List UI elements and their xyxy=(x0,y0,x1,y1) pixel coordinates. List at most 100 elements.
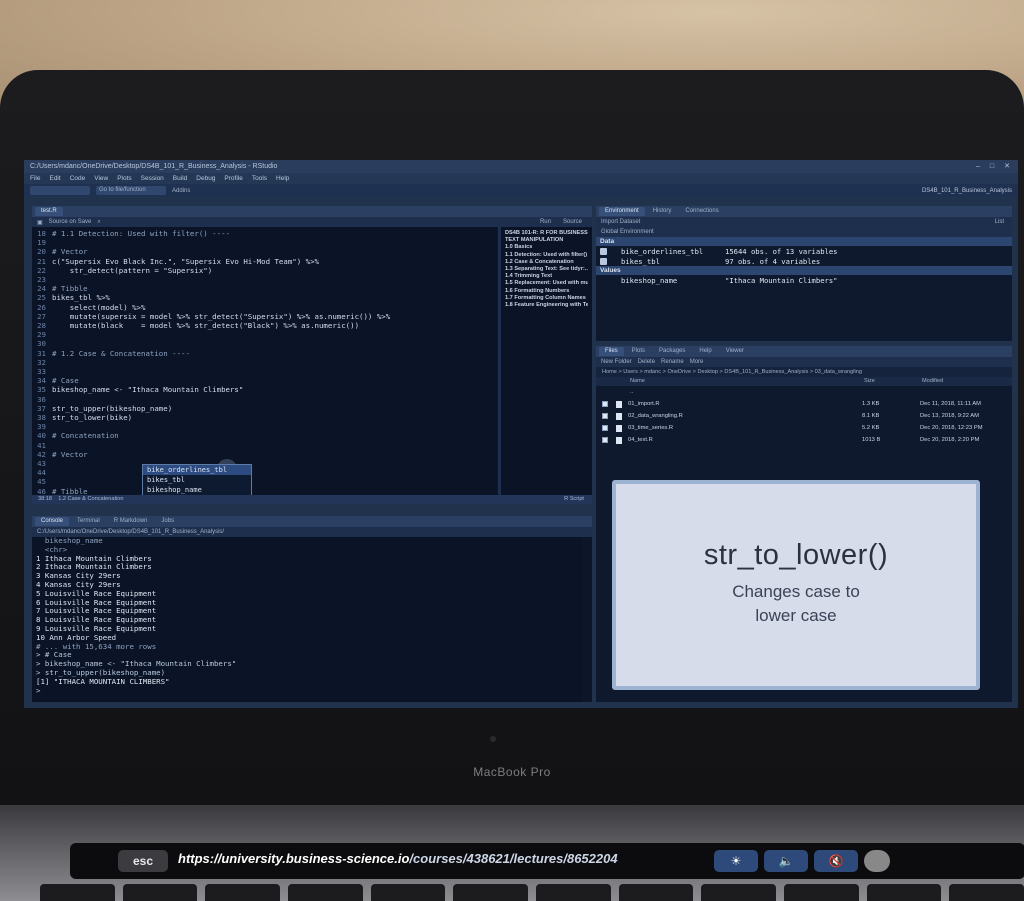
search-icon[interactable]: ⌕ xyxy=(97,219,100,226)
line-number: 22 xyxy=(37,265,46,275)
outline-item[interactable]: DS4B 101-R: R FOR BUSINESS ... xyxy=(505,230,588,237)
more-button[interactable]: More xyxy=(690,359,704,365)
import-dataset-button[interactable]: Import Dataset xyxy=(601,219,640,225)
scope-select[interactable]: Global Environment xyxy=(596,227,1012,237)
env-row[interactable]: bikeshop_name "Ithaca Mountain Climbers" xyxy=(596,275,1012,285)
file-name[interactable]: 01_import.R xyxy=(628,401,862,407)
col-name[interactable]: Name xyxy=(630,377,864,386)
files-tab-plots[interactable]: Plots xyxy=(626,347,651,356)
env-tab-history[interactable]: History xyxy=(647,207,678,216)
file-row[interactable]: 04_text.R 1013 B Dec 20, 2018, 2:20 PM xyxy=(596,434,1012,446)
current-section[interactable]: 1.2 Case & Concatenation xyxy=(58,496,123,502)
menu-code[interactable]: Code xyxy=(70,173,86,184)
file-row[interactable]: 03_time_series.R 5.2 KB Dec 20, 2018, 12:2… xyxy=(596,422,1012,434)
code-area[interactable]: 18 # 1.1 Detection: Used with filter() --… xyxy=(32,227,497,504)
env-row[interactable]: bikes_tbl 97 obs. of 4 variables xyxy=(596,256,1012,266)
menu-plots[interactable]: Plots xyxy=(117,173,131,184)
code-line: 22 str_detect(pattern = "Supersix") xyxy=(32,266,212,275)
code-line: 29 xyxy=(32,330,52,339)
menu-tools[interactable]: Tools xyxy=(252,173,267,184)
file-size: 1013 B xyxy=(862,437,881,443)
files-tab-files[interactable]: Files xyxy=(599,347,624,356)
menu-profile[interactable]: Profile xyxy=(224,173,242,184)
menu-build[interactable]: Build xyxy=(173,173,187,184)
outline-item[interactable]: 1.5 Replacement: Used with mu... xyxy=(505,280,588,287)
parent-folder-row[interactable]: .. xyxy=(596,386,1012,398)
env-tab-environment[interactable]: Environment xyxy=(599,207,645,216)
rename-button[interactable]: Rename xyxy=(661,359,684,365)
outline-item[interactable]: 1.3 Separating Text: See tidyr:... xyxy=(505,266,588,273)
menu-edit[interactable]: Edit xyxy=(49,173,60,184)
rstudio-window: C:/Users/mdanc/OneDrive/Desktop/DS4B_101… xyxy=(24,160,1018,708)
new-file-button[interactable] xyxy=(30,186,90,195)
touch-bar[interactable]: esc https://university.business-science.… xyxy=(70,843,1024,879)
menu-session[interactable]: Session xyxy=(141,173,164,184)
autocomplete-item[interactable]: bike_orderlines_tbl xyxy=(143,465,251,475)
outline-item[interactable]: TEXT MANIPULATION xyxy=(505,237,588,244)
editor-tab-test[interactable]: test.R xyxy=(35,207,63,216)
menu-debug[interactable]: Debug xyxy=(196,173,215,184)
outline-item[interactable]: 1.7 Formatting Column Names xyxy=(505,295,588,302)
project-name[interactable]: DS4B_101_R_Business_Analysis xyxy=(922,188,1012,194)
files-tab-viewer[interactable]: Viewer xyxy=(720,347,750,356)
siri-icon[interactable] xyxy=(864,850,890,872)
outline-item[interactable]: 1.4 Trimming Text xyxy=(505,273,588,280)
file-row[interactable]: 02_data_wrangling.R 8.1 KB Dec 13, 2018, 9… xyxy=(596,410,1012,422)
console-tab-terminal[interactable]: Terminal xyxy=(71,517,106,526)
brightness-icon[interactable]: ☀ xyxy=(714,850,758,872)
esc-key[interactable]: esc xyxy=(118,850,168,872)
save-icon[interactable]: ▣ xyxy=(37,219,43,226)
file-checkbox[interactable] xyxy=(602,425,608,431)
menu-view[interactable]: View xyxy=(94,173,108,184)
menu-help[interactable]: Help xyxy=(276,173,289,184)
console-tab-jobs[interactable]: Jobs xyxy=(155,517,180,526)
minimize-icon[interactable]: – xyxy=(976,160,980,173)
file-row[interactable]: 01_import.R 1.3 KB Dec 11, 2018, 11:11 AM xyxy=(596,398,1012,410)
volume-icon[interactable]: 🔈 xyxy=(764,850,808,872)
outline-item[interactable]: 1.2 Case & Concatenation xyxy=(505,259,588,266)
close-icon[interactable]: ✕ xyxy=(1004,160,1010,173)
file-checkbox[interactable] xyxy=(602,401,608,407)
new-folder-button[interactable]: New Folder xyxy=(601,359,632,365)
outline-item[interactable]: 1.6 Formatting Numbers xyxy=(505,288,588,295)
source-button[interactable]: Source xyxy=(563,219,582,225)
file-checkbox[interactable] xyxy=(602,437,608,443)
console-tab-r-markdown[interactable]: R Markdown xyxy=(108,517,154,526)
mute-icon[interactable]: 🔇 xyxy=(814,850,858,872)
file-name[interactable]: 02_data_wrangling.R xyxy=(628,413,862,419)
env-row[interactable]: bike_orderlines_tbl 15644 obs. of 13 vari… xyxy=(596,246,1012,256)
console-output[interactable]: bikeshop_name <chr> 1 Ithaca Mountain Cli… xyxy=(32,537,582,702)
parent-folder-link[interactable]: .. xyxy=(630,389,633,395)
editor-tabs: test.R xyxy=(32,206,592,217)
files-tab-packages[interactable]: Packages xyxy=(653,347,691,356)
touchbar-url[interactable]: https://university.business-science.io/c… xyxy=(178,851,618,866)
overlay-subtitle-line-1: Changes case to xyxy=(732,582,860,601)
source-on-save-checkbox[interactable]: Source on Save xyxy=(49,219,92,225)
outline-item[interactable]: 1.0 Basics xyxy=(505,244,588,251)
run-button[interactable]: Run xyxy=(540,219,551,225)
file-name[interactable]: 04_text.R xyxy=(628,437,862,443)
autocomplete-item[interactable]: bikeshop_name xyxy=(143,485,251,495)
title-bar: C:/Users/mdanc/OneDrive/Desktop/DS4B_101… xyxy=(24,160,1018,173)
files-breadcrumb[interactable]: Home > Users > mdanc > OneDrive > Deskto… xyxy=(596,367,1012,377)
addins-menu[interactable]: Addins xyxy=(172,188,190,194)
file-checkbox[interactable] xyxy=(602,413,608,419)
line-number: 18 xyxy=(37,229,46,238)
outline-item[interactable]: 1.1 Detection: Used with filter() xyxy=(505,252,588,259)
file-name[interactable]: 03_time_series.R xyxy=(628,425,862,431)
maximize-icon[interactable]: □ xyxy=(990,160,994,173)
col-size[interactable]: Size xyxy=(864,377,922,386)
col-modified[interactable]: Modified xyxy=(922,377,943,386)
autocomplete-item[interactable]: bikes_tbl xyxy=(143,475,251,485)
outline-item[interactable]: 1.8 Feature Engineering with Text xyxy=(505,302,588,309)
code-line: 23 xyxy=(32,275,52,284)
delete-button[interactable]: Delete xyxy=(638,359,655,365)
goto-file-input[interactable]: Go to file/function xyxy=(96,186,166,195)
line-number: 36 xyxy=(37,394,46,404)
list-view-select[interactable]: List xyxy=(995,219,1004,225)
files-tab-help[interactable]: Help xyxy=(693,347,717,356)
file-type[interactable]: R Script xyxy=(564,495,584,504)
console-tab-console[interactable]: Console xyxy=(35,517,70,526)
menu-file[interactable]: File xyxy=(30,173,40,184)
env-tab-connections[interactable]: Connections xyxy=(679,207,724,216)
